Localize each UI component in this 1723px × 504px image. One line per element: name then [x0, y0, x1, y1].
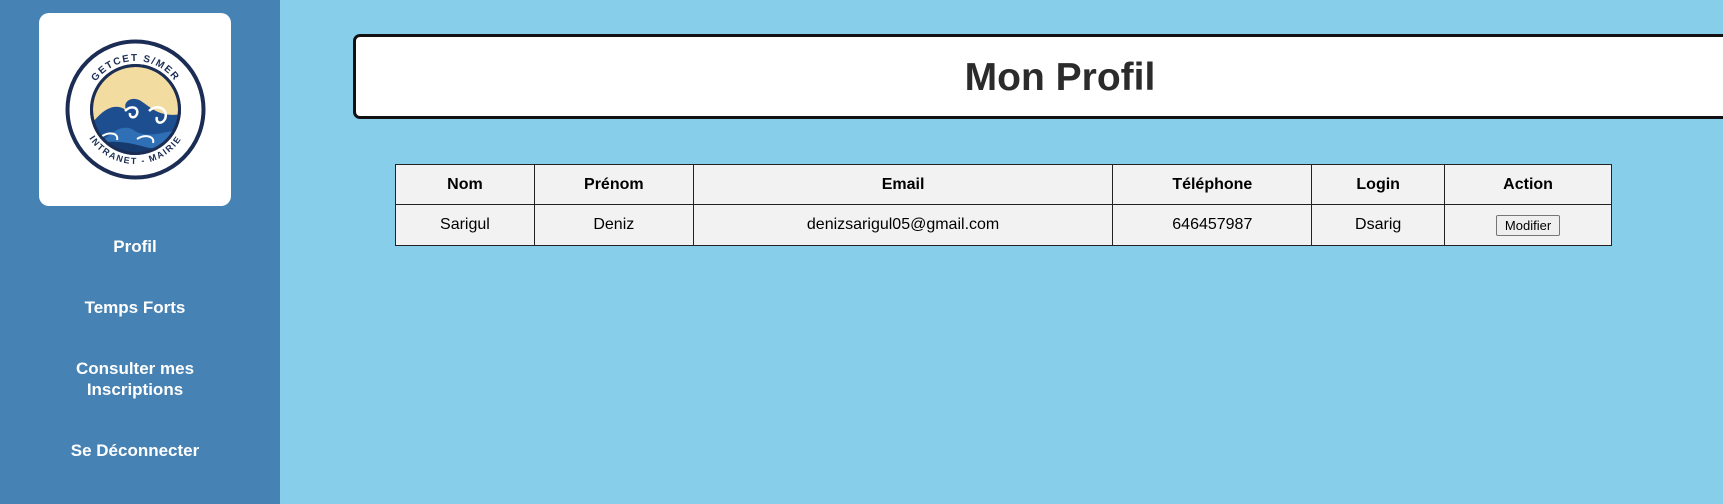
cell-email: denizsarigul05@gmail.com [692, 204, 1114, 246]
nav-logout[interactable]: Se Déconnecter [0, 440, 270, 461]
nav-inscriptions[interactable]: Consulter mes Inscriptions [0, 358, 270, 400]
cell-telephone: 646457987 [1112, 204, 1313, 246]
nav-temps-forts[interactable]: Temps Forts [0, 297, 270, 318]
column-header-login: Login [1311, 164, 1446, 205]
column-header-action: Action [1444, 164, 1612, 205]
profile-table: Nom Prénom Email Téléphone Login Action … [395, 164, 1612, 246]
nav-inscriptions-label-line1: Consulter mes [75, 359, 195, 378]
cell-action: Modifier [1444, 204, 1612, 246]
modify-button[interactable]: Modifier [1495, 214, 1561, 236]
nav-profil-label: Profil [113, 237, 157, 256]
column-header-telephone: Téléphone [1112, 164, 1313, 205]
cell-nom: Sarigul [395, 204, 535, 246]
nav-temps-forts-label: Temps Forts [84, 298, 186, 317]
column-header-prenom: Prénom [533, 164, 694, 205]
column-header-email: Email [692, 164, 1114, 205]
table-header-row: Nom Prénom Email Téléphone Login Action [395, 164, 1612, 205]
cell-prenom: Deniz [533, 204, 694, 246]
column-header-nom: Nom [395, 164, 535, 205]
nav-logout-label: Se Déconnecter [70, 441, 200, 460]
page-title: Mon Profil [964, 56, 1156, 99]
logo: GETCET S/MER INTRANET - MAIRIE [39, 13, 231, 206]
nav-inscriptions-label-line2: Inscriptions [86, 380, 184, 399]
cell-login: Dsarig [1311, 204, 1446, 246]
nav-profil[interactable]: Profil [0, 236, 270, 257]
table-row: Sarigul Deniz denizsarigul05@gmail.com 6… [395, 204, 1612, 246]
